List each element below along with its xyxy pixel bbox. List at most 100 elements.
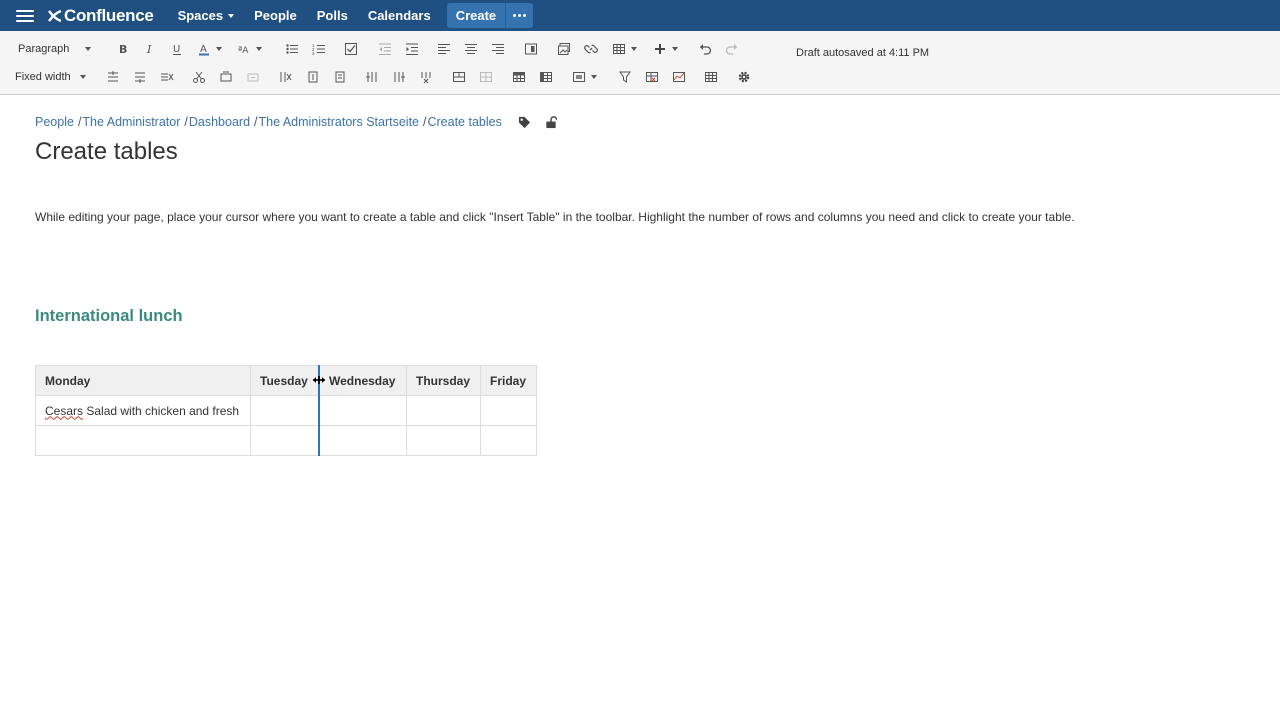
align-right-icon xyxy=(492,44,504,54)
funnel-icon xyxy=(619,71,631,83)
paste-row-button[interactable] xyxy=(246,67,260,87)
indent-button[interactable] xyxy=(405,39,419,59)
lunch-table: Monday Tuesday Wednesday Thursday Friday… xyxy=(35,365,537,456)
table-cell[interactable] xyxy=(406,395,481,426)
redo-button[interactable] xyxy=(725,39,739,59)
task-list-button[interactable] xyxy=(344,39,358,59)
breadcrumb-startseite[interactable]: The Administrators Startseite xyxy=(259,115,419,129)
heading-column-icon xyxy=(540,72,552,82)
confluence-logo[interactable]: Confluence xyxy=(48,6,154,26)
resize-cursor-icon xyxy=(313,376,325,384)
italic-button[interactable]: I xyxy=(143,39,157,59)
insert-row-after-button[interactable] xyxy=(133,67,147,87)
align-center-button[interactable] xyxy=(464,39,478,59)
align-right-button[interactable] xyxy=(491,39,505,59)
row-after-icon xyxy=(135,72,145,83)
header-cell-tuesday[interactable]: Tuesday xyxy=(250,365,320,396)
copy-column-button[interactable] xyxy=(306,67,320,87)
table-cell[interactable] xyxy=(250,425,320,456)
table-width-dropdown[interactable]: Fixed width xyxy=(15,67,86,87)
cut-row-button[interactable] xyxy=(192,67,206,87)
align-left-button[interactable] xyxy=(437,39,451,59)
breadcrumb-the-administrator[interactable]: The Administrator xyxy=(82,115,180,129)
table-filter-icon xyxy=(646,72,658,82)
label-tag-icon[interactable] xyxy=(518,115,532,129)
header-cell-wednesday[interactable]: Wednesday xyxy=(319,365,407,396)
column-before-icon xyxy=(366,72,377,82)
table-cell[interactable] xyxy=(250,395,320,426)
text-format-button[interactable]: ªA xyxy=(237,39,262,59)
cut-column-button[interactable] xyxy=(279,67,293,87)
restrictions-unlock-icon[interactable] xyxy=(545,115,559,129)
nav-polls[interactable]: Polls xyxy=(307,0,358,31)
cell-highlight-button[interactable] xyxy=(572,67,597,87)
bold-button[interactable]: B xyxy=(116,39,130,59)
heading-row-button[interactable] xyxy=(512,67,526,87)
breadcrumb-create-tables[interactable]: Create tables xyxy=(427,115,501,129)
merge-cells-button[interactable] xyxy=(452,67,466,87)
paragraph-style-dropdown[interactable]: Paragraph xyxy=(18,39,92,59)
outdent-button[interactable] xyxy=(378,39,392,59)
heading-column-button[interactable] xyxy=(539,67,553,87)
more-create-options-button[interactable] xyxy=(505,3,534,28)
nav-people[interactable]: People xyxy=(244,0,307,31)
delete-table-button[interactable] xyxy=(704,67,718,87)
undo-button[interactable] xyxy=(698,39,712,59)
paste-column-button[interactable] xyxy=(333,67,347,87)
table-cell[interactable] xyxy=(406,425,481,456)
delete-row-button[interactable] xyxy=(160,67,174,87)
table-settings-button[interactable] xyxy=(737,67,751,87)
delete-table-icon xyxy=(705,72,717,82)
breadcrumb-dashboard[interactable]: Dashboard xyxy=(189,115,250,129)
table-cell[interactable] xyxy=(35,425,251,456)
section-heading[interactable]: International lunch xyxy=(35,307,183,326)
delete-column-button[interactable] xyxy=(419,67,433,87)
toolbar-row-1: Paragraph B I U A ªA 123 Draft autosaved… xyxy=(0,35,1280,63)
nav-spaces[interactable]: Spaces xyxy=(168,0,245,31)
table-cell[interactable] xyxy=(480,395,537,426)
bold-icon: B xyxy=(119,43,127,56)
numbered-list-button[interactable]: 123 xyxy=(312,39,326,59)
insert-column-before-button[interactable] xyxy=(365,67,379,87)
insert-more-button[interactable] xyxy=(653,39,678,59)
insert-image-button[interactable] xyxy=(557,39,571,59)
copy-row-button[interactable] xyxy=(219,67,233,87)
insert-row-before-button[interactable] xyxy=(106,67,120,87)
header-cell-monday[interactable]: Monday xyxy=(35,365,251,396)
page-layout-button[interactable] xyxy=(524,39,538,59)
svg-text:3: 3 xyxy=(312,51,315,56)
underline-button[interactable]: U xyxy=(170,39,184,59)
chart-button[interactable] xyxy=(618,67,632,87)
menu-icon[interactable] xyxy=(16,9,34,22)
table-chart-button[interactable] xyxy=(672,67,686,87)
svg-text:ªA: ªA xyxy=(238,46,249,56)
table-cell[interactable] xyxy=(319,395,407,426)
create-button[interactable]: Create xyxy=(446,3,506,28)
numbered-list-icon: 123 xyxy=(312,43,325,56)
table-cell[interactable] xyxy=(480,425,537,456)
undo-icon xyxy=(699,44,712,55)
text-color-icon: A xyxy=(199,44,209,56)
table-cell[interactable] xyxy=(319,425,407,456)
split-cells-button[interactable] xyxy=(479,67,493,87)
align-left-icon xyxy=(438,44,450,54)
plus-icon xyxy=(655,44,665,54)
header-cell-thursday[interactable]: Thursday xyxy=(406,365,481,396)
page-title[interactable]: Create tables xyxy=(35,138,178,166)
redo-icon xyxy=(725,44,738,55)
bullet-list-button[interactable] xyxy=(285,39,299,59)
table-filter-button[interactable] xyxy=(645,67,659,87)
header-cell-friday[interactable]: Friday xyxy=(480,365,537,396)
table-cell[interactable]: Cesars Salad with chicken and fresh xyxy=(35,395,251,426)
breadcrumb: People / The Administrator / Dashboard /… xyxy=(35,115,559,129)
indent-icon xyxy=(406,43,418,55)
paste-icon xyxy=(247,73,259,82)
text-color-button[interactable]: A xyxy=(197,39,222,59)
insert-column-after-button[interactable] xyxy=(392,67,406,87)
nav-calendars[interactable]: Calendars xyxy=(358,0,441,31)
insert-table-button[interactable] xyxy=(612,39,637,59)
intro-paragraph[interactable]: While editing your page, place your curs… xyxy=(35,210,1075,224)
misspelled-word[interactable]: Cesars xyxy=(45,404,83,418)
breadcrumb-people[interactable]: People xyxy=(35,115,74,129)
insert-link-button[interactable] xyxy=(584,39,598,59)
